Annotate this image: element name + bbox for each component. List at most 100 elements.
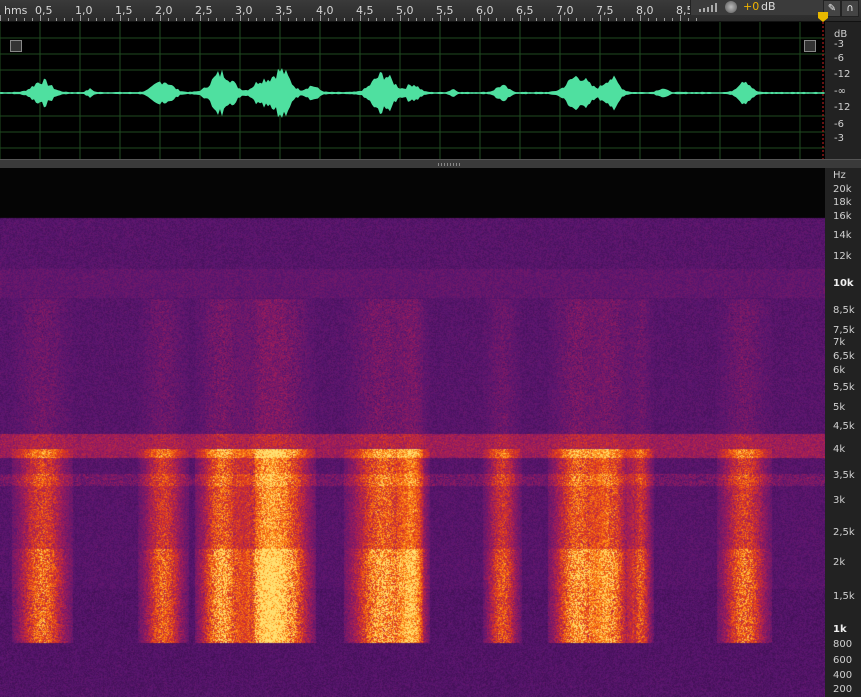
ruler-tick-label: 1,0 bbox=[75, 4, 93, 17]
ruler-tick bbox=[288, 18, 289, 21]
ruler-tick bbox=[328, 18, 329, 21]
hz-tick-label: 3k bbox=[833, 495, 846, 506]
ruler-tick-label: 1,5 bbox=[115, 4, 133, 17]
waveform-view[interactable] bbox=[0, 22, 825, 159]
ruler-tick bbox=[464, 18, 465, 21]
playhead-marker-icon[interactable] bbox=[818, 12, 828, 22]
ruler-tick bbox=[616, 18, 617, 21]
hz-tick-label: 10k bbox=[833, 278, 854, 289]
ruler-tick bbox=[8, 18, 9, 21]
ruler-tick-label: 3,0 bbox=[235, 4, 253, 17]
ruler-tick bbox=[680, 15, 681, 21]
ruler-tick bbox=[528, 18, 529, 21]
ruler-tick bbox=[304, 18, 305, 21]
ruler-tick bbox=[600, 15, 601, 21]
ruler-tick bbox=[240, 15, 241, 21]
ruler-tick bbox=[552, 18, 553, 21]
ruler-tick bbox=[176, 18, 177, 21]
ruler-tick bbox=[608, 18, 609, 21]
ruler-tick bbox=[408, 18, 409, 21]
db-tick-label: -∞ bbox=[834, 86, 846, 97]
ruler-tick bbox=[144, 18, 145, 21]
ruler-tick bbox=[480, 15, 481, 21]
gain-unit: dB bbox=[761, 0, 776, 13]
hz-tick-label: 20k bbox=[833, 184, 852, 195]
ruler-tick bbox=[640, 15, 641, 21]
ruler-tick bbox=[376, 18, 377, 21]
ruler-tick bbox=[360, 15, 361, 21]
ruler-tick bbox=[592, 18, 593, 21]
ruler-tick-label: 3,5 bbox=[275, 4, 293, 17]
ruler-tick bbox=[392, 18, 393, 21]
hz-tick-label: 8,5k bbox=[833, 305, 855, 316]
hz-tick-label: 5k bbox=[833, 402, 846, 413]
ruler-tick bbox=[696, 18, 697, 21]
zoom-right-icon[interactable] bbox=[804, 40, 816, 52]
ruler-tick bbox=[192, 18, 193, 21]
ruler-tick bbox=[688, 18, 689, 21]
ruler-tick bbox=[384, 18, 385, 21]
ruler-tick bbox=[496, 18, 497, 21]
level-meter-icon bbox=[699, 3, 717, 12]
ruler-tick bbox=[88, 18, 89, 21]
db-tick-label: -3 bbox=[834, 39, 844, 50]
hz-tick-label: 7,5k bbox=[833, 325, 855, 336]
ruler-tick-label: 5,5 bbox=[436, 4, 454, 17]
ruler-tick bbox=[648, 18, 649, 21]
hz-tick-label: 2,5k bbox=[833, 527, 855, 538]
ruler-tick bbox=[368, 18, 369, 21]
ruler-tick-label: 6,0 bbox=[476, 4, 494, 17]
ruler-tick bbox=[248, 18, 249, 21]
ruler-tick bbox=[504, 18, 505, 21]
spectrogram-view[interactable] bbox=[0, 168, 825, 697]
splitter-grip-icon[interactable] bbox=[438, 163, 462, 166]
ruler-tick bbox=[632, 18, 633, 21]
ruler-tick-label: 0,5 bbox=[35, 4, 53, 17]
hz-tick-label: 4,5k bbox=[833, 421, 855, 432]
ruler-tick bbox=[520, 15, 521, 21]
db-tick-label: -3 bbox=[834, 133, 844, 144]
gain-value[interactable]: +0 bbox=[743, 0, 759, 13]
ruler-tick bbox=[456, 18, 457, 21]
ruler-tick bbox=[512, 18, 513, 21]
hz-tick-label: 18k bbox=[833, 197, 852, 208]
hz-tick-label: 6k bbox=[833, 365, 846, 376]
ruler-tick bbox=[152, 18, 153, 21]
ruler-tick bbox=[0, 15, 1, 21]
volume-knob-icon[interactable] bbox=[725, 1, 737, 13]
db-tick-label: -6 bbox=[834, 53, 844, 64]
ruler-tick-label: 4,5 bbox=[356, 4, 374, 17]
zoom-left-icon[interactable] bbox=[10, 40, 22, 52]
hz-tick-label: 3,5k bbox=[833, 470, 855, 481]
ruler-tick bbox=[80, 15, 81, 21]
ruler-tick bbox=[168, 18, 169, 21]
ruler-tick bbox=[432, 18, 433, 21]
ruler-tick bbox=[584, 18, 585, 21]
ruler-tick bbox=[24, 18, 25, 21]
ruler-tick bbox=[400, 15, 401, 21]
hz-tick-label: 12k bbox=[833, 251, 852, 262]
ruler-tick bbox=[672, 18, 673, 21]
headphones-icon[interactable]: ∩ bbox=[841, 0, 859, 17]
ruler-tick bbox=[216, 18, 217, 21]
ruler-tick bbox=[472, 18, 473, 21]
hz-tick-label: 800 bbox=[833, 639, 853, 650]
ruler-tick bbox=[296, 18, 297, 21]
hz-tick-label: 6,5k bbox=[833, 351, 855, 362]
ruler-tick bbox=[232, 18, 233, 21]
ruler-tick bbox=[120, 15, 121, 21]
ruler-tick bbox=[344, 18, 345, 21]
ruler-tick-label: 5,0 bbox=[396, 4, 414, 17]
hz-tick-label: 5,5k bbox=[833, 382, 855, 393]
hz-tick-label: 14k bbox=[833, 230, 852, 241]
ruler-tick bbox=[440, 15, 441, 21]
ruler-tick bbox=[280, 15, 281, 21]
ruler-tick bbox=[416, 18, 417, 21]
volume-control[interactable]: +0 dB bbox=[690, 0, 825, 15]
time-ruler[interactable]: hms 0,5 1,0 1,5 2,0 2,5 3,0 3,5 4,0 4,5 5,0 5,5 6,0… bbox=[0, 0, 861, 22]
ruler-tick bbox=[16, 18, 17, 21]
hz-tick-label: 1k bbox=[833, 624, 847, 635]
ruler-tick bbox=[664, 18, 665, 21]
ruler-tick bbox=[104, 18, 105, 21]
ruler-tick bbox=[264, 18, 265, 21]
